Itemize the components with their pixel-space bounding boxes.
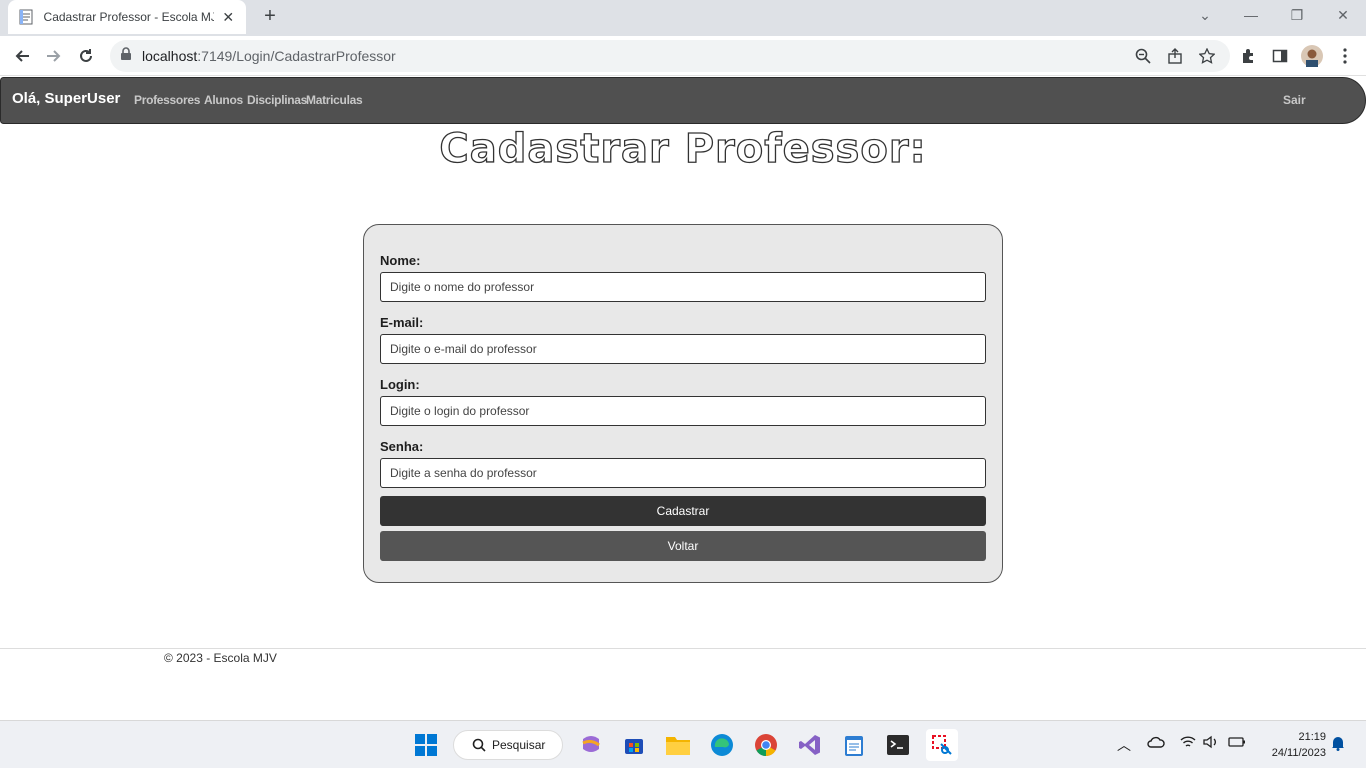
chrome-icon[interactable] bbox=[750, 729, 782, 761]
notification-bell-icon[interactable] bbox=[1331, 735, 1345, 754]
copilot-icon[interactable] bbox=[575, 729, 607, 761]
page-title: Cadastrar Professor: bbox=[439, 125, 927, 172]
user-greeting[interactable]: Olá, SuperUser bbox=[12, 90, 120, 107]
back-button[interactable]: Voltar bbox=[380, 531, 986, 561]
taskbar-search[interactable]: Pesquisar bbox=[453, 730, 563, 760]
system-clock[interactable]: 21:19 24/11/2023 bbox=[1258, 729, 1326, 761]
footer-copyright: © 2023 - Escola MJV bbox=[164, 651, 277, 665]
store-icon[interactable] bbox=[618, 729, 650, 761]
snipping-tool-icon[interactable] bbox=[926, 729, 958, 761]
side-panel-icon[interactable] bbox=[1269, 45, 1291, 67]
share-icon[interactable] bbox=[1166, 47, 1184, 65]
new-tab-icon[interactable]: + bbox=[258, 6, 282, 28]
register-professor-form: Nome: E-mail: Login: Senha: Cadastrar Vo… bbox=[363, 224, 1003, 583]
app-navbar: Olá, SuperUser Professores Alunos Discip… bbox=[0, 77, 1366, 124]
volume-icon[interactable] bbox=[1203, 735, 1219, 752]
minimize-icon[interactable]: — bbox=[1228, 4, 1274, 26]
browser-toolbar: localhost:7149/Login/CadastrarProfessor bbox=[0, 36, 1366, 76]
footer-divider bbox=[0, 648, 1366, 649]
browser-tab[interactable]: Cadastrar Professor - Escola MJV ✕ bbox=[8, 0, 246, 34]
terminal-icon[interactable] bbox=[882, 729, 914, 761]
search-icon bbox=[472, 738, 486, 752]
password-input[interactable] bbox=[380, 458, 986, 488]
file-explorer-icon[interactable] bbox=[662, 729, 694, 761]
document-icon bbox=[18, 9, 34, 25]
name-label: Nome: bbox=[380, 253, 421, 268]
close-tab-icon[interactable]: ✕ bbox=[220, 9, 236, 26]
address-bar[interactable]: localhost:7149/Login/CadastrarProfessor bbox=[110, 40, 1230, 72]
tab-title: Cadastrar Professor - Escola MJV bbox=[43, 10, 215, 24]
login-label: Login: bbox=[380, 377, 420, 392]
email-label: E-mail: bbox=[380, 315, 424, 330]
menu-kebab-icon[interactable] bbox=[1334, 45, 1356, 67]
clock-time: 21:19 bbox=[1298, 731, 1326, 743]
onedrive-icon[interactable] bbox=[1147, 735, 1165, 752]
profile-avatar[interactable] bbox=[1301, 45, 1323, 67]
submit-button[interactable]: Cadastrar bbox=[380, 496, 986, 526]
search-label: Pesquisar bbox=[492, 738, 546, 752]
nav-link-matriculas[interactable]: Matriculas bbox=[306, 93, 363, 107]
edge-icon[interactable] bbox=[706, 729, 738, 761]
url-text: localhost:7149/Login/CadastrarProfessor bbox=[142, 48, 396, 64]
bookmark-star-icon[interactable] bbox=[1198, 47, 1216, 65]
email-input[interactable] bbox=[380, 334, 986, 364]
lock-icon[interactable] bbox=[120, 46, 132, 66]
os-taskbar: Pesquisar ︿ 21:19 24/11/2023 bbox=[0, 720, 1366, 768]
windows-start-icon[interactable] bbox=[410, 729, 442, 761]
password-label: Senha: bbox=[380, 439, 424, 454]
browser-tab-bar: Cadastrar Professor - Escola MJV ✕ + ⌄ —… bbox=[0, 0, 1366, 36]
notepad-icon[interactable] bbox=[838, 729, 870, 761]
login-input[interactable] bbox=[380, 396, 986, 426]
restore-icon[interactable]: ❐ bbox=[1274, 4, 1320, 26]
tab-search-icon[interactable]: ⌄ bbox=[1182, 4, 1228, 26]
wifi-icon[interactable] bbox=[1180, 735, 1196, 752]
forward-icon[interactable] bbox=[42, 44, 66, 68]
clock-date: 24/11/2023 bbox=[1271, 747, 1326, 759]
back-icon[interactable] bbox=[10, 44, 34, 68]
reload-icon[interactable] bbox=[74, 44, 98, 68]
nav-link-professores[interactable]: Professores bbox=[134, 93, 200, 107]
zoom-icon[interactable] bbox=[1134, 47, 1152, 65]
visual-studio-icon[interactable] bbox=[794, 729, 826, 761]
nav-link-alunos[interactable]: Alunos bbox=[204, 93, 243, 107]
extensions-icon[interactable] bbox=[1237, 45, 1259, 67]
tray-overflow-icon[interactable]: ︿ bbox=[1117, 735, 1131, 755]
close-window-icon[interactable]: ✕ bbox=[1320, 4, 1366, 26]
battery-icon[interactable] bbox=[1228, 735, 1246, 752]
logout-link[interactable]: Sair bbox=[1283, 93, 1306, 107]
name-input[interactable] bbox=[380, 272, 986, 302]
nav-link-disciplinas[interactable]: Disciplinas bbox=[247, 93, 307, 107]
